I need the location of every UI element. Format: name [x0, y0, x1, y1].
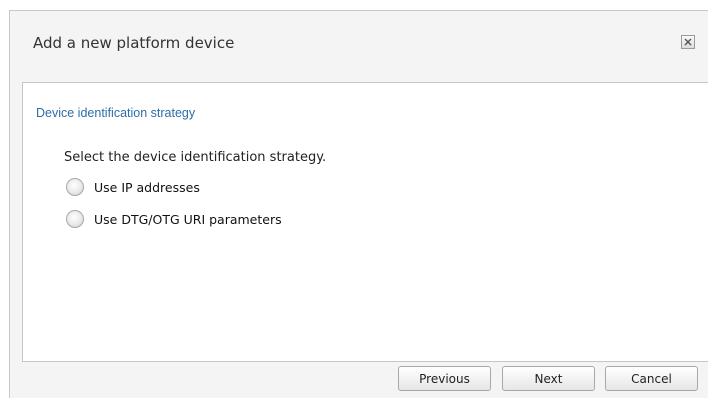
option-use-ip-addresses[interactable]: Use IP addresses	[66, 178, 200, 196]
option-label-ip-addresses: Use IP addresses	[94, 179, 200, 195]
radio-button-ip-addresses[interactable]	[66, 178, 84, 196]
option-use-dtg-otg-uri[interactable]: Use DTG/OTG URI parameters	[66, 210, 282, 228]
wizard-content-panel: Device identification strategy Select th…	[22, 82, 708, 362]
close-button[interactable]	[681, 35, 695, 49]
cancel-button[interactable]: Cancel	[605, 366, 698, 391]
radio-button-dtg-otg-uri[interactable]	[66, 210, 84, 228]
close-icon	[684, 38, 692, 46]
previous-button[interactable]: Previous	[398, 366, 491, 391]
dialog-title: Add a new platform device	[33, 34, 235, 52]
page-background	[0, 0, 708, 10]
next-button[interactable]: Next	[502, 366, 595, 391]
dialog-title-bar: Add a new platform device	[10, 11, 708, 71]
section-title: Device identification strategy	[36, 106, 196, 120]
instruction-text: Select the device identification strateg…	[64, 150, 327, 165]
option-label-dtg-otg-uri: Use DTG/OTG URI parameters	[94, 211, 282, 227]
add-platform-device-dialog: Add a new platform device Device identif…	[9, 10, 708, 398]
